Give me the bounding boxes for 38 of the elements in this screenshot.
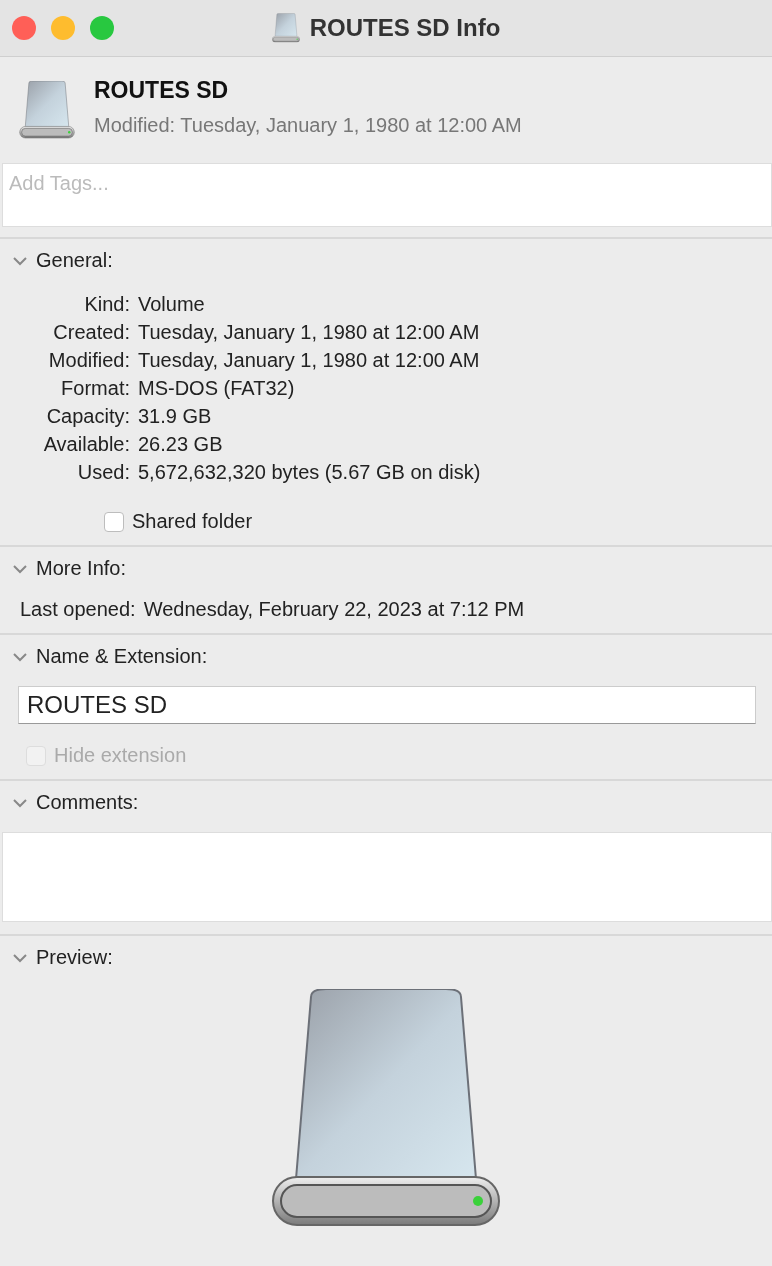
field-value: 5,672,632,320 bytes (5.67 GB on disk) [138, 460, 482, 485]
chevron-icon[interactable] [12, 952, 28, 963]
minimize-button[interactable] [51, 16, 75, 40]
section-title: Preview: [36, 946, 113, 969]
field-label: Capacity: [45, 404, 130, 429]
field-value: 26.23 GB [138, 432, 224, 457]
comments-field[interactable] [2, 832, 772, 922]
field-value: Tuesday, January 1, 1980 at 12:00 AM [138, 320, 481, 345]
chevron-icon[interactable] [12, 651, 28, 662]
field-label: Modified: [47, 348, 130, 373]
name-field[interactable]: ROUTES SD [18, 686, 756, 724]
field-value: MS-DOS (FAT32) [138, 376, 296, 401]
field-label: Used: [76, 460, 130, 485]
field-label: Available: [42, 432, 130, 457]
field-label: Kind: [83, 292, 130, 317]
field-label: Created: [52, 320, 130, 345]
modified-date: Modified: Tuesday, January 1, 1980 at 12:00 AM [94, 114, 522, 137]
section-title: Comments: [36, 791, 139, 814]
chevron-icon[interactable] [12, 797, 28, 808]
field-value: Tuesday, January 1, 1980 at 12:00 AM [138, 348, 481, 373]
field-label: Format: [60, 376, 130, 401]
drive-icon [271, 13, 300, 43]
field-value: Volume [138, 292, 206, 317]
checkbox-option[interactable]: Shared folder [0, 510, 253, 533]
field-label: Last opened: [20, 598, 136, 621]
chevron-icon[interactable] [12, 255, 28, 266]
close-button[interactable] [12, 16, 36, 40]
window-title: ROUTES SD Info [309, 14, 501, 42]
chevron-icon[interactable] [12, 563, 28, 574]
field-value: 31.9 GB [138, 404, 213, 429]
volume-name: ROUTES SD [94, 77, 230, 104]
tags-field[interactable]: Add Tags... [2, 163, 772, 227]
field-value: Wednesday, February 22, 2023 at 7:12 PM [143, 598, 525, 621]
section-title: Name & Extension: [36, 645, 208, 668]
zoom-button[interactable] [90, 16, 114, 40]
section-title: General: [36, 249, 113, 272]
checkbox[interactable] [104, 511, 124, 532]
section-title: More Info: [36, 557, 127, 580]
